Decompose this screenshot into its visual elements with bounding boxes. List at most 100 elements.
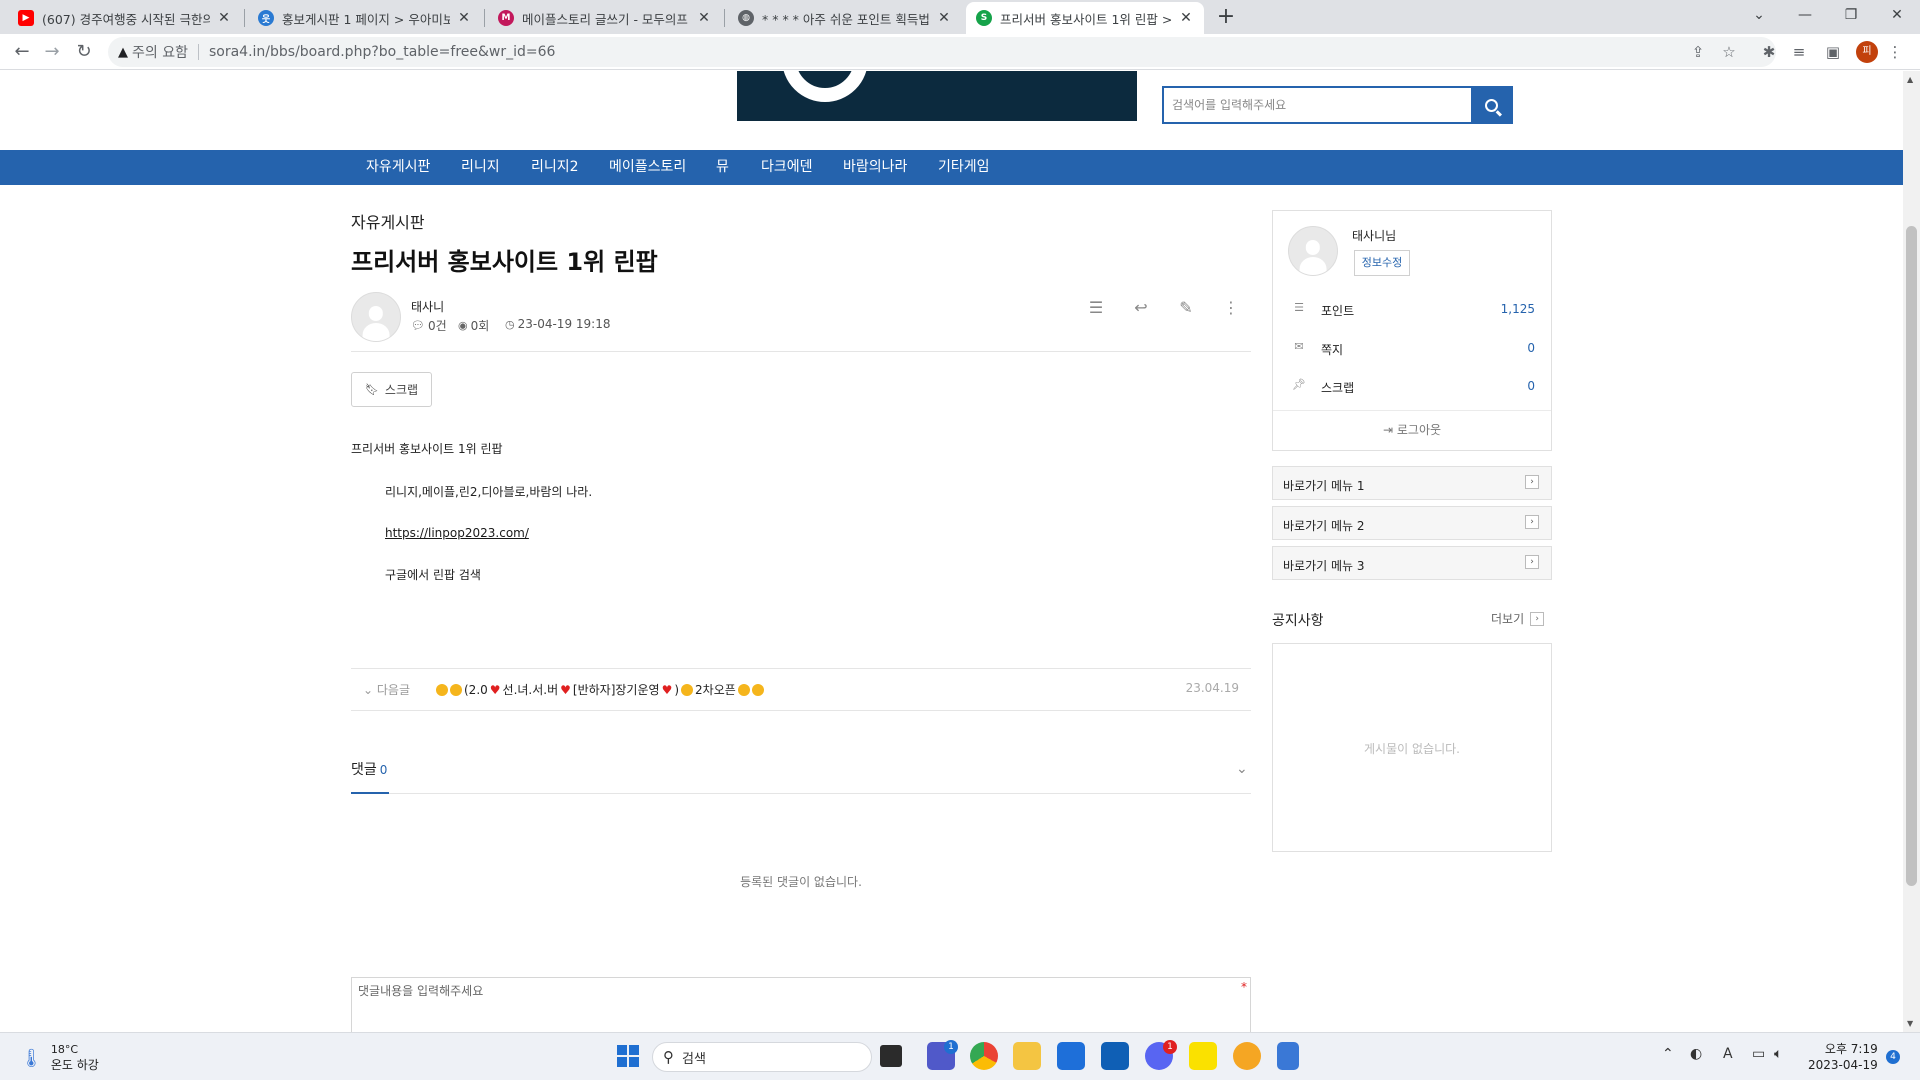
close-icon[interactable]: ✕ bbox=[216, 10, 232, 26]
extensions-icon[interactable]: ✱ bbox=[1758, 41, 1780, 63]
warning-icon[interactable]: ▲ bbox=[118, 45, 128, 60]
notice-more-link[interactable]: 더보기 › bbox=[1491, 610, 1545, 627]
reload-button[interactable]: ↻ bbox=[70, 38, 98, 66]
eye-icon: ◉ bbox=[458, 319, 468, 332]
messages-row[interactable]: ✉ 쪽지 0 bbox=[1291, 339, 1535, 359]
next-post-title-part: 선.녀.서.버 bbox=[502, 683, 559, 697]
yellow-circle-emoji-icon bbox=[436, 683, 448, 696]
notification-badge[interactable]: 4 bbox=[1886, 1050, 1900, 1064]
volume-icon[interactable]: 🔈︎ bbox=[1774, 1046, 1782, 1062]
edit-profile-button[interactable]: 정보수정 bbox=[1354, 250, 1410, 276]
game-app-icon[interactable] bbox=[1233, 1042, 1261, 1070]
nav-item-lineage[interactable]: 리니지 bbox=[461, 150, 500, 185]
close-icon[interactable]: ✕ bbox=[696, 10, 712, 26]
nav-item-mu[interactable]: 뮤 bbox=[716, 150, 729, 185]
maximize-button[interactable]: ❐ bbox=[1828, 0, 1874, 30]
tab-separator bbox=[724, 9, 725, 27]
yellow-circle-emoji-icon bbox=[450, 683, 462, 696]
windows-start-icon[interactable] bbox=[614, 1042, 642, 1070]
quick-link-1[interactable]: 바로가기 메뉴 1 › bbox=[1272, 466, 1552, 500]
display-icon[interactable]: ▭ bbox=[1752, 1046, 1765, 1062]
points-value[interactable]: 1,125 bbox=[1501, 302, 1535, 316]
tab-search-button[interactable]: ⌄ bbox=[1736, 0, 1782, 30]
browser-tab-5-active[interactable]: S 프리서버 홍보사이트 1위 린팝 > ✕ bbox=[966, 2, 1204, 34]
browser-tab-4[interactable]: ◍ * * * * 아주 쉬운 포인트 획득법 ✕ bbox=[728, 2, 962, 34]
scrollbar-thumb[interactable] bbox=[1906, 226, 1917, 886]
taskbar-search-label: 검색 bbox=[682, 1051, 706, 1067]
nav-item-baram[interactable]: 바람의나라 bbox=[843, 150, 907, 185]
weather-widget[interactable]: 🌡︎ 18°C 온도 하강 bbox=[20, 1043, 99, 1073]
author-avatar[interactable] bbox=[351, 292, 401, 342]
comment-count: 0건 bbox=[427, 319, 447, 333]
minimize-button[interactable]: — bbox=[1782, 0, 1828, 30]
author-name[interactable]: 태사니 bbox=[411, 298, 444, 315]
menu-kebab-icon[interactable]: ⋮ bbox=[1884, 41, 1906, 63]
browser-tab-3[interactable]: M 메이플스토리 글쓰기 - 모두의프 ✕ bbox=[488, 2, 722, 34]
nav-item-dark-eden[interactable]: 다크에덴 bbox=[761, 150, 813, 185]
reply-icon[interactable]: ↩ bbox=[1129, 296, 1153, 320]
scroll-up-icon[interactable]: ▲ bbox=[1907, 75, 1913, 84]
chrome-icon[interactable] bbox=[970, 1042, 998, 1070]
scrap-row[interactable]: 📌︎ 스크랩 0 bbox=[1291, 377, 1535, 397]
nav-item-lineage2[interactable]: 리니지2 bbox=[531, 150, 579, 185]
member-avatar[interactable] bbox=[1288, 226, 1338, 276]
browser-tab-1[interactable]: ▶ (607) 경주여행중 시작된 극한의 ✕ bbox=[8, 2, 242, 34]
system-clock[interactable]: 오후 7:19 2023-04-19 bbox=[1808, 1041, 1878, 1073]
scrap-button[interactable]: 🔖︎ 스크랩 bbox=[351, 372, 432, 407]
back-button[interactable]: ← bbox=[8, 38, 36, 66]
browser-tab-2[interactable]: 웃 홍보게시판 1 페이지 > 우아미보 ✕ bbox=[248, 2, 482, 34]
nav-item-free-board[interactable]: 자유게시판 bbox=[366, 150, 430, 185]
close-icon[interactable]: ✕ bbox=[456, 10, 472, 26]
file-explorer-icon[interactable] bbox=[1013, 1042, 1041, 1070]
side-panel-icon[interactable]: ▣ bbox=[1822, 41, 1844, 63]
list-view-icon[interactable]: ☰ bbox=[1084, 296, 1108, 320]
address-bar[interactable]: ▲ 주의 요함 sora4.in/bbs/board.php?bo_table=… bbox=[108, 37, 1776, 67]
close-icon[interactable]: ✕ bbox=[936, 10, 952, 26]
task-view-icon[interactable] bbox=[880, 1045, 902, 1067]
divider bbox=[351, 793, 1251, 794]
weather-text: 18°C 온도 하강 bbox=[51, 1043, 99, 1073]
no-comments-message: 등록된 댓글이 없습니다. bbox=[740, 875, 862, 889]
more-options-icon[interactable]: ⋮ bbox=[1219, 296, 1243, 320]
quick-link-3[interactable]: 바로가기 메뉴 3 › bbox=[1272, 546, 1552, 580]
taskbar-search[interactable]: ⚲ 검색 bbox=[652, 1042, 872, 1072]
omnibox-divider bbox=[197, 44, 199, 60]
notepad-icon[interactable] bbox=[1277, 1042, 1299, 1070]
next-post-row[interactable]: ⌄ 다음글 (2.0 ♥ 선.녀.서.버 ♥ [반하자]장기운영 ♥ ) 2차오… bbox=[351, 668, 1251, 710]
edit-pencil-icon[interactable]: ✎ bbox=[1174, 296, 1198, 320]
forward-button[interactable]: → bbox=[38, 38, 66, 66]
network-icon[interactable]: ◐ bbox=[1690, 1046, 1702, 1062]
reading-list-icon[interactable]: ≡ bbox=[1788, 41, 1810, 63]
ime-icon[interactable]: A bbox=[1723, 1046, 1733, 1062]
new-tab-button[interactable]: + bbox=[1212, 4, 1240, 32]
next-post-title[interactable]: (2.0 ♥ 선.녀.서.버 ♥ [반하자]장기운영 ♥ ) 2차오픈 bbox=[436, 681, 764, 698]
site-search-input[interactable] bbox=[1164, 88, 1471, 122]
close-icon[interactable]: ✕ bbox=[1178, 10, 1194, 26]
scroll-down-icon[interactable]: ▼ bbox=[1907, 1019, 1913, 1028]
site-logo[interactable] bbox=[737, 71, 1137, 121]
ms-store-icon[interactable] bbox=[1057, 1042, 1085, 1070]
window-close-button[interactable]: ✕ bbox=[1874, 0, 1920, 30]
post-body-link[interactable]: https://linpop2023.com/ bbox=[385, 526, 529, 540]
url-text[interactable]: sora4.in/bbs/board.php?bo_table=free&wr_… bbox=[209, 44, 555, 60]
scrap-count-value[interactable]: 0 bbox=[1527, 379, 1535, 393]
logout-button[interactable]: ⇥ 로그아웃 bbox=[1273, 421, 1551, 438]
security-label[interactable]: 주의 요함 bbox=[132, 42, 188, 62]
bookmark-star-icon[interactable]: ☆ bbox=[1718, 41, 1740, 63]
kakaotalk-icon[interactable] bbox=[1189, 1042, 1217, 1070]
page-scrollbar[interactable]: ▲ ▼ bbox=[1903, 71, 1920, 1032]
messages-value[interactable]: 0 bbox=[1527, 341, 1535, 355]
comment-textarea[interactable] bbox=[352, 978, 1250, 1032]
nav-item-maplestory[interactable]: 메이플스토리 bbox=[609, 150, 686, 185]
mail-icon[interactable] bbox=[1101, 1042, 1129, 1070]
profile-avatar[interactable]: 피 bbox=[1856, 41, 1878, 63]
globe-icon: ◍ bbox=[738, 10, 754, 26]
quick-link-2[interactable]: 바로가기 메뉴 2 › bbox=[1272, 506, 1552, 540]
comments-tab-underline bbox=[351, 792, 389, 794]
nav-item-other-games[interactable]: 기타게임 bbox=[938, 150, 990, 185]
chevron-down-icon[interactable]: ⌄ bbox=[1236, 761, 1248, 777]
share-icon[interactable]: ⇪ bbox=[1687, 41, 1709, 63]
chevron-up-icon[interactable]: ⌃ bbox=[1662, 1046, 1674, 1062]
points-row[interactable]: ☰ 포인트 1,125 bbox=[1291, 300, 1535, 320]
search-button[interactable] bbox=[1471, 88, 1511, 122]
